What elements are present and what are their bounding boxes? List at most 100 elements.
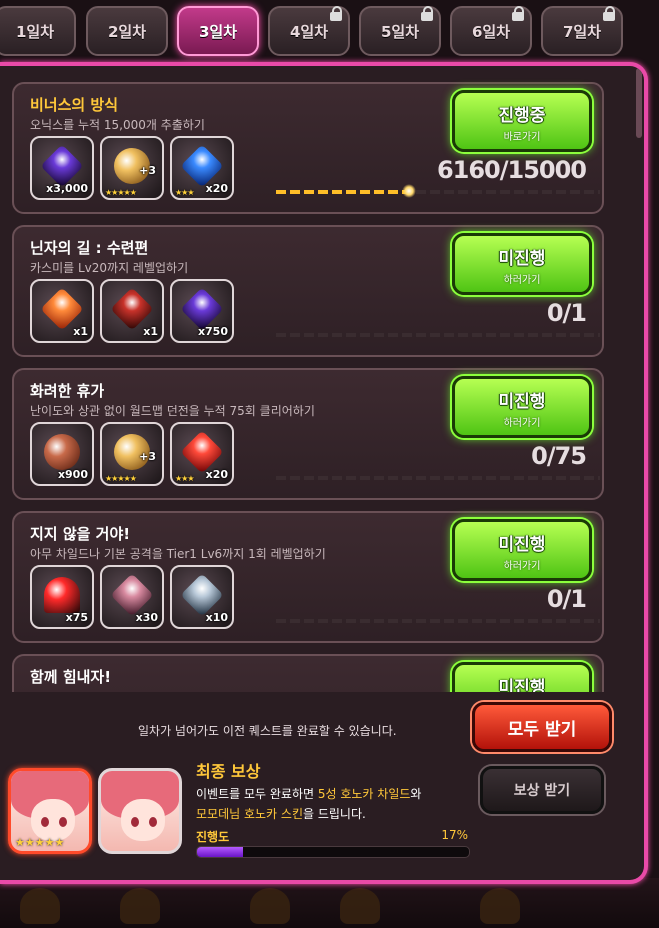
- tab-day-3[interactable]: 3일차: [177, 6, 259, 56]
- button-main-label: 미진행: [498, 678, 546, 692]
- quest-card: 지지 않을 거야! 아무 차일드나 기본 공격을 Tier1 Lv6까지 1회 레…: [12, 511, 604, 643]
- item-count: x1: [73, 325, 88, 338]
- button-main-label: 진행중: [498, 106, 546, 126]
- quest-description: 카스미를 Lv20까지 레벨업하기: [30, 261, 189, 275]
- reward-item[interactable]: x900: [30, 422, 94, 486]
- quest-description: 아무 차일드나 기본 공격을 Tier1 Lv6까지 1회 레벨업하기: [30, 547, 326, 561]
- reward-item[interactable]: x1: [30, 279, 94, 343]
- tab-day-1[interactable]: 1일차: [0, 6, 76, 56]
- quest-title: 화려한 휴가: [30, 382, 105, 400]
- star-rating: ★★★: [175, 188, 194, 197]
- quest-card: 함께 힘내자! 미진행: [12, 654, 604, 692]
- bronze-coin-icon: [44, 434, 80, 470]
- quest-title: 함께 힘내자!: [30, 668, 112, 686]
- reward-item[interactable]: x20 ★★★: [170, 422, 234, 486]
- heart-icon: [44, 577, 80, 613]
- reward-item[interactable]: x10: [170, 565, 234, 629]
- reward-items: x75 x30 x10: [30, 565, 234, 633]
- go-now-button[interactable]: 진행중바로가기: [452, 90, 592, 152]
- scrollbar[interactable]: [636, 68, 642, 138]
- tab-day-7[interactable]: 7일차: [541, 6, 623, 56]
- quest-progress-bar: [276, 619, 600, 623]
- tab-day-4[interactable]: 4일차: [268, 6, 350, 56]
- progress-label: 진행도: [196, 830, 230, 844]
- quest-card: 닌자의 길 : 수련편카스미를 Lv20까지 레벨업하기 x1 x1 x750 0/1 미…: [12, 225, 604, 357]
- star-rating: ★★★★★: [15, 836, 65, 849]
- item-count: x3,000: [46, 182, 88, 195]
- quest-progress-fill: [276, 190, 409, 194]
- final-progress-bar: [196, 846, 470, 858]
- lock-icon: [330, 6, 342, 21]
- claim-all-button[interactable]: 모두 받기: [472, 702, 612, 752]
- star-rating: ★★★★★: [105, 474, 137, 483]
- quest-title: 닌자의 길 : 수련편: [30, 239, 149, 257]
- final-progress-fill: [197, 847, 244, 857]
- tab-day-6[interactable]: 6일차: [450, 6, 532, 56]
- progress-percent: 17%: [441, 828, 468, 842]
- star-rating: ★★★: [175, 474, 194, 483]
- go-to-quest-button[interactable]: 미진행하러가기: [452, 519, 592, 581]
- item-plus: +3: [139, 164, 156, 177]
- item-count: x30: [135, 611, 158, 624]
- button-sub-label: 하러가기: [503, 418, 541, 429]
- final-reward-description: 이벤트를 모두 완료하면 5성 호노카 차일드와 모모데님 호노카 스킨을 드립…: [196, 787, 422, 821]
- tab-label: 2일차: [107, 22, 147, 41]
- reward-item[interactable]: x75: [30, 565, 94, 629]
- tab-label: 3일차: [198, 22, 238, 41]
- go-to-quest-button[interactable]: 미진행: [452, 662, 592, 692]
- button-main-label: 미진행: [498, 535, 546, 555]
- button-main-label: 미진행: [498, 249, 546, 269]
- quest-progress-bar: [276, 476, 600, 480]
- quest-list[interactable]: 비너스의 방식 오닉스를 누적 15,000개 추출하기 x3,000 +3 ★★★★★…: [0, 66, 628, 692]
- reward-item[interactable]: +3 ★★★★★: [100, 422, 164, 486]
- claim-reward-button[interactable]: 보상 받기: [480, 766, 604, 814]
- tab-day-2[interactable]: 2일차: [86, 6, 168, 56]
- go-to-quest-button[interactable]: 미진행 하러가기: [452, 233, 592, 295]
- item-count: x20: [205, 182, 228, 195]
- go-to-quest-button[interactable]: 미진행하러가기: [452, 376, 592, 438]
- item-count: x20: [205, 468, 228, 481]
- lock-icon: [603, 6, 615, 21]
- quest-progress-bar: [276, 333, 600, 337]
- sparkle-icon: [401, 184, 416, 198]
- background-decoration: [0, 878, 659, 928]
- quest-panel: 비너스의 방식 오닉스를 누적 15,000개 추출하기 x3,000 +3 ★★★★★…: [0, 62, 648, 884]
- reward-item[interactable]: x1: [100, 279, 164, 343]
- reward-item[interactable]: x3,000: [30, 136, 94, 200]
- carryover-notice: 일차가 넘어가도 이전 퀘스트를 완료할 수 있습니다.: [138, 724, 397, 738]
- honoka-child-portrait[interactable]: ★★★★★: [8, 768, 92, 854]
- item-count: x750: [197, 325, 228, 338]
- tab-label: 4일차: [289, 22, 329, 41]
- reward-item[interactable]: x750: [170, 279, 234, 343]
- star-rating: ★★★★★: [105, 188, 137, 197]
- button-sub-label: 바로가기: [503, 132, 541, 143]
- quest-progress-text: 0/1: [546, 299, 587, 327]
- reward-item[interactable]: x20 ★★★: [170, 136, 234, 200]
- quest-description: 난이도와 상관 없이 월드맵 던전을 누적 75회 클리어하기: [30, 404, 315, 418]
- reward-items: x900 +3 ★★★★★ x20 ★★★: [30, 422, 234, 490]
- lock-icon: [421, 6, 433, 21]
- quest-progress-text: 0/75: [531, 442, 587, 470]
- item-count: x900: [57, 468, 88, 481]
- button-sub-label: 하러가기: [503, 561, 541, 572]
- button-main-label: 미진행: [498, 392, 546, 412]
- tab-label: 7일차: [562, 22, 602, 41]
- honoka-skin-portrait[interactable]: [98, 768, 182, 854]
- quest-progress-text: 6160/15000: [436, 156, 587, 184]
- reward-item[interactable]: x30: [100, 565, 164, 629]
- reward-items: x3,000 +3 ★★★★★ x20 ★★★: [30, 136, 234, 204]
- quest-title: 지지 않을 거야!: [30, 525, 131, 543]
- day-tabs: 1일차 2일차 3일차 4일차 5일차 6일차 7일차: [0, 6, 659, 58]
- tab-day-5[interactable]: 5일차: [359, 6, 441, 56]
- item-count: x75: [65, 611, 88, 624]
- tab-label: 5일차: [380, 22, 420, 41]
- reward-item[interactable]: +3 ★★★★★: [100, 136, 164, 200]
- quest-progress-bar: [276, 184, 600, 198]
- item-count: x10: [205, 611, 228, 624]
- quest-description: 오닉스를 누적 15,000개 추출하기: [30, 118, 205, 132]
- final-reward-section: ★★★★★ 최종 보상 이벤트를 모두 완료하면 5성 호노카 차일드와 모모데…: [0, 754, 640, 880]
- tab-label: 6일차: [471, 22, 511, 41]
- tab-label: 1일차: [15, 22, 55, 41]
- item-count: x1: [143, 325, 158, 338]
- reward-items: x1 x1 x750: [30, 279, 234, 347]
